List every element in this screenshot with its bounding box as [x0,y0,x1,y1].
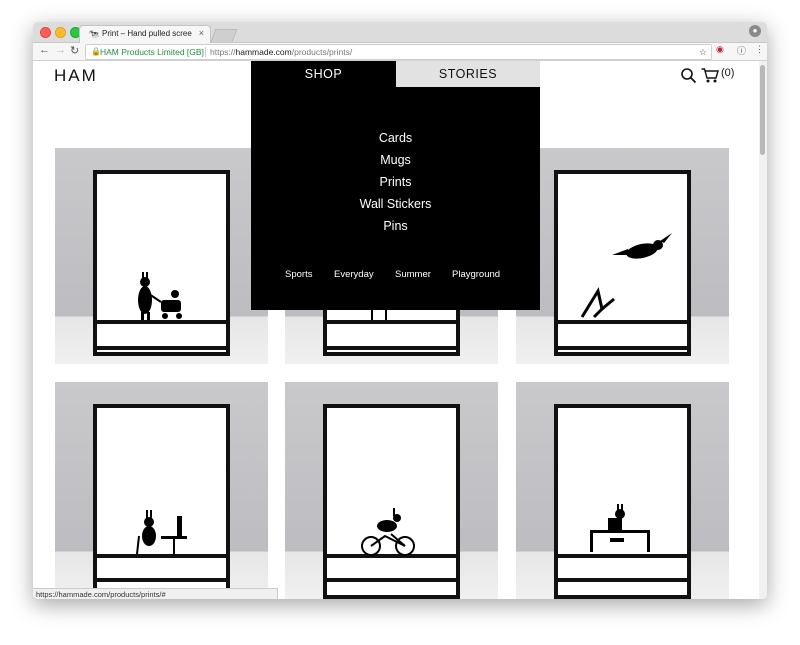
menu-item-mugs[interactable]: Mugs [251,153,540,167]
poster-line [558,578,687,582]
ev-certificate-label[interactable]: HAM Products Limited [GB] [100,45,204,59]
poster-frame [93,404,230,599]
cart-icon[interactable] [701,67,719,83]
title-bar: 🐄 Print – Hand pulled screen pri × ● [33,22,767,43]
menu-item-prints[interactable]: Prints [251,175,540,189]
search-icon[interactable] [681,68,697,84]
menu-kebab-icon[interactable]: ⋮ [755,44,764,55]
forward-arrow-icon[interactable]: → [55,44,66,56]
sub-item-sports[interactable]: Sports [285,269,312,280]
poster-line [327,346,456,350]
poster-frame [323,404,460,599]
poster-frame [93,170,230,356]
cart-count[interactable]: (0) [721,67,734,79]
sub-item-everyday[interactable]: Everyday [334,269,374,280]
menu-item-cards[interactable]: Cards [251,131,540,145]
sub-item-playground[interactable]: Playground [452,269,500,280]
favicon-icon: 🐄 [88,29,100,39]
web-page: HAM (0) SHOP STORIES Cards Mugs Prints W… [33,61,767,599]
bookmark-star-icon[interactable]: ☆ [699,45,707,59]
rabbit-pram-illustration [138,272,182,320]
profile-icon[interactable]: ● [749,25,761,37]
page-scrollbar[interactable] [759,61,767,599]
extension-icon[interactable]: ◉ [716,44,724,55]
product-card[interactable] [516,148,729,364]
shop-mega-menu: SHOP STORIES Cards Mugs Prints Wall Stic… [251,61,540,310]
poster-frame [554,170,691,356]
sub-item-summer[interactable]: Summer [395,269,431,280]
poster-line [558,554,687,558]
product-card[interactable] [285,382,498,599]
reload-icon[interactable]: ↻ [70,44,79,57]
menu-item-pins[interactable]: Pins [251,219,540,233]
info-icon[interactable]: ⓘ [737,44,746,57]
minimize-window-button[interactable] [55,27,66,38]
product-card[interactable] [516,382,729,599]
address-bar[interactable]: 🔒 HAM Products Limited [GB] https://hamm… [85,44,712,60]
omnibox-separator [205,47,206,57]
poster-line [97,578,226,582]
close-tab-icon[interactable]: × [199,28,204,38]
browser-toolbar: ← → ↻ 🔒 HAM Products Limited [GB] https:… [33,43,767,61]
rabbit-computer-illustration [590,504,650,552]
tab-stories[interactable]: STORIES [396,61,540,87]
scrollbar-thumb[interactable] [760,65,765,155]
site-logo[interactable]: HAM [54,66,98,86]
product-card[interactable] [55,382,268,599]
close-window-button[interactable] [40,27,51,38]
rabbit-bicycle-illustration [361,508,415,556]
rabbit-wine-illustration [136,510,187,555]
menu-item-wall-stickers[interactable]: Wall Stickers [251,197,540,211]
poster-line [558,346,687,350]
leaping-rabbit-illustration [580,233,672,319]
poster-line [97,346,226,350]
browser-window: 🐄 Print – Hand pulled screen pri × ● ← →… [33,22,767,599]
poster-frame [554,404,691,599]
status-bar-url: https://hammade.com/products/prints/# [33,588,278,599]
tab-title: Print – Hand pulled screen pri [102,29,192,38]
product-card[interactable] [55,148,268,364]
back-arrow-icon[interactable]: ← [39,44,50,56]
browser-tab[interactable]: 🐄 Print – Hand pulled screen pri × [79,25,211,43]
tab-shop[interactable]: SHOP [251,61,396,87]
url-text: https://hammade.com/products/prints/ [210,47,353,57]
poster-line [558,320,687,324]
poster-line [327,578,456,582]
new-tab-button[interactable] [210,29,238,42]
